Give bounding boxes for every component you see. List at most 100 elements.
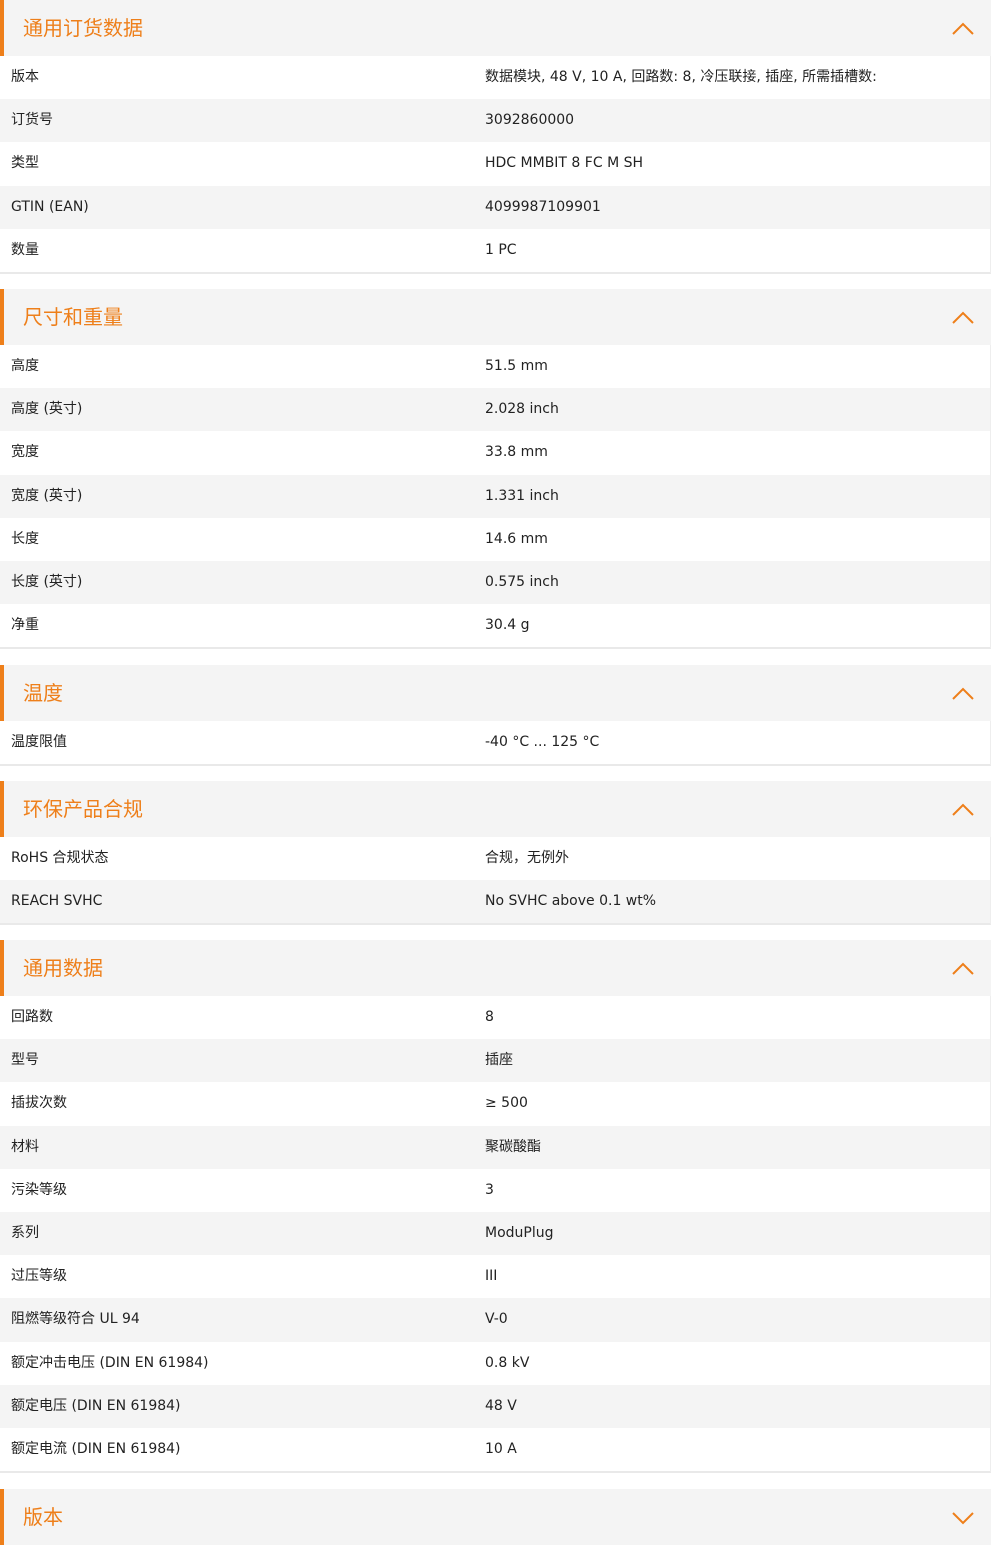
section-version: 版本: [0, 1489, 991, 1545]
section-header[interactable]: 温度: [0, 665, 991, 721]
table-row: 温度限值 -40 °C ... 125 °C: [0, 721, 990, 765]
section-general-data: 通用数据 回路数 8 型号 插座 插拔次数 ≥ 500 材料 聚碳酸酯 污染等级 3 系列…: [0, 940, 991, 1474]
section-general-ordering-data: 通用订货数据 版本 数据模块, 48 V, 10 A, 回路数: 8, 冷压联接,…: [0, 0, 991, 274]
row-value: 10 A: [485, 1440, 517, 1457]
row-label: 系列: [11, 1224, 39, 1241]
table-row: 宽度 (英寸) 1.331 inch: [0, 474, 990, 518]
property-table: RoHS 合规状态 合规，无例外 REACH SVHC No SVHC above …: [0, 837, 991, 926]
chevron-up-icon[interactable]: [951, 957, 975, 981]
row-value: 30.4 g: [485, 617, 530, 634]
row-label: 高度: [11, 358, 39, 374]
table-row: 型号 插座: [0, 1039, 990, 1083]
section-title: 通用订货数据: [23, 16, 143, 40]
row-label: 额定冲击电压 (DIN EN 61984): [11, 1354, 209, 1371]
row-value: 合规，无例外: [485, 850, 569, 866]
table-row: 订货号 3092860000: [0, 99, 990, 143]
row-value: No SVHC above 0.1 wt%: [485, 893, 657, 910]
table-row: 高度 51.5 mm: [0, 345, 990, 389]
row-label: 额定电流 (DIN EN 61984): [11, 1440, 181, 1457]
row-label: REACH SVHC: [11, 893, 103, 910]
row-value: 51.5 mm: [485, 358, 548, 374]
row-value: 插座: [485, 1052, 513, 1069]
row-label: 材料: [11, 1138, 39, 1155]
row-value: 48 V: [485, 1397, 517, 1414]
section-environmental-compliance: 环保产品合规 RoHS 合规状态 合规，无例外 REACH SVHC No SVHC…: [0, 781, 991, 926]
row-label: 回路数: [11, 1009, 53, 1025]
row-value: 33.8 mm: [485, 444, 548, 461]
row-label: 净重: [11, 617, 39, 634]
property-table: 温度限值 -40 °C ... 125 °C: [0, 721, 991, 767]
section-title: 温度: [23, 681, 63, 705]
row-label: 宽度: [11, 444, 39, 461]
table-row: 净重 30.4 g: [0, 604, 990, 648]
chevron-up-icon[interactable]: [951, 798, 975, 822]
row-label: 长度: [11, 530, 39, 547]
row-value: ModuPlug: [485, 1224, 554, 1241]
table-row: RoHS 合规状态 合规，无例外: [0, 837, 990, 881]
table-row: 材料 聚碳酸酯: [0, 1125, 990, 1169]
table-row: 系列 ModuPlug: [0, 1211, 990, 1256]
table-row: 长度 (英寸) 0.575 inch: [0, 560, 990, 605]
chevron-down-icon[interactable]: [951, 1506, 975, 1530]
table-row: 回路数 8: [0, 996, 990, 1040]
property-table: 版本 数据模块, 48 V, 10 A, 回路数: 8, 冷压联接, 插座, 所需…: [0, 56, 991, 274]
table-row: 版本 数据模块, 48 V, 10 A, 回路数: 8, 冷压联接, 插座, 所需…: [0, 56, 990, 100]
table-row: 过压等级 III: [0, 1255, 990, 1299]
property-table: 回路数 8 型号 插座 插拔次数 ≥ 500 材料 聚碳酸酯 污染等级 3 系列 ModuP…: [0, 996, 991, 1474]
table-row: 数量 1 PC: [0, 228, 990, 272]
section-title: 环保产品合规: [23, 797, 143, 821]
row-value: 3: [485, 1181, 494, 1198]
row-value: 14.6 mm: [485, 530, 548, 547]
table-row: 长度 14.6 mm: [0, 517, 990, 561]
section-header[interactable]: 版本: [0, 1489, 991, 1545]
row-value: 1 PC: [485, 241, 517, 258]
row-value: 1.331 inch: [485, 487, 559, 504]
chevron-up-icon[interactable]: [951, 306, 975, 330]
row-label: 污染等级: [11, 1181, 67, 1198]
table-row: 额定电流 (DIN EN 61984) 10 A: [0, 1427, 990, 1472]
row-label: 数量: [11, 241, 39, 258]
row-label: 温度限值: [11, 734, 67, 750]
section-header[interactable]: 通用数据: [0, 940, 991, 996]
row-value: 8: [485, 1009, 494, 1025]
section-title: 尺寸和重量: [23, 305, 123, 329]
table-row: 额定电压 (DIN EN 61984) 48 V: [0, 1384, 990, 1428]
section-header[interactable]: 环保产品合规: [0, 781, 991, 837]
table-row: GTIN (EAN) 4099987109901: [0, 185, 990, 229]
row-label: GTIN (EAN): [11, 198, 89, 215]
row-value: 2.028 inch: [485, 401, 559, 418]
section-header[interactable]: 尺寸和重量: [0, 289, 991, 345]
row-label: 高度 (英寸): [11, 401, 83, 418]
row-value: 0.575 inch: [485, 573, 559, 590]
row-label: 订货号: [11, 112, 53, 129]
row-value: 3092860000: [485, 112, 575, 129]
row-label: RoHS 合规状态: [11, 850, 109, 866]
row-value: 数据模块, 48 V, 10 A, 回路数: 8, 冷压联接, 插座, 所需插槽…: [485, 69, 877, 85]
row-label: 过压等级: [11, 1268, 67, 1285]
row-label: 长度 (英寸): [11, 573, 83, 590]
section-title: 版本: [23, 1505, 63, 1529]
row-label: 宽度 (英寸): [11, 487, 83, 504]
section-dimensions-weight: 尺寸和重量 高度 51.5 mm 高度 (英寸) 2.028 inch 宽度 33.8…: [0, 289, 991, 650]
table-row: 高度 (英寸) 2.028 inch: [0, 388, 990, 432]
property-table: 高度 51.5 mm 高度 (英寸) 2.028 inch 宽度 33.8 mm 宽度…: [0, 345, 991, 650]
table-row: 宽度 33.8 mm: [0, 431, 990, 475]
row-value: HDC MMBIT 8 FC M SH: [485, 155, 644, 172]
table-row: 额定冲击电压 (DIN EN 61984) 0.8 kV: [0, 1341, 990, 1385]
chevron-up-icon[interactable]: [951, 682, 975, 706]
row-value: V-0: [485, 1311, 508, 1328]
table-row: 阻燃等级符合 UL 94 V-0: [0, 1298, 990, 1342]
chevron-up-icon[interactable]: [951, 17, 975, 41]
table-row: REACH SVHC No SVHC above 0.1 wt%: [0, 880, 990, 924]
section-title: 通用数据: [23, 956, 103, 980]
row-label: 插拔次数: [11, 1095, 67, 1112]
section-header[interactable]: 通用订货数据: [0, 0, 991, 56]
row-label: 型号: [11, 1052, 39, 1069]
row-value: 0.8 kV: [485, 1354, 530, 1371]
table-row: 类型 HDC MMBIT 8 FC M SH: [0, 142, 990, 186]
row-label: 版本: [11, 69, 39, 85]
table-row: 污染等级 3: [0, 1168, 990, 1212]
section-temperature: 温度 温度限值 -40 °C ... 125 °C: [0, 665, 991, 767]
row-label: 类型: [11, 155, 39, 172]
table-row: 插拔次数 ≥ 500: [0, 1082, 990, 1126]
